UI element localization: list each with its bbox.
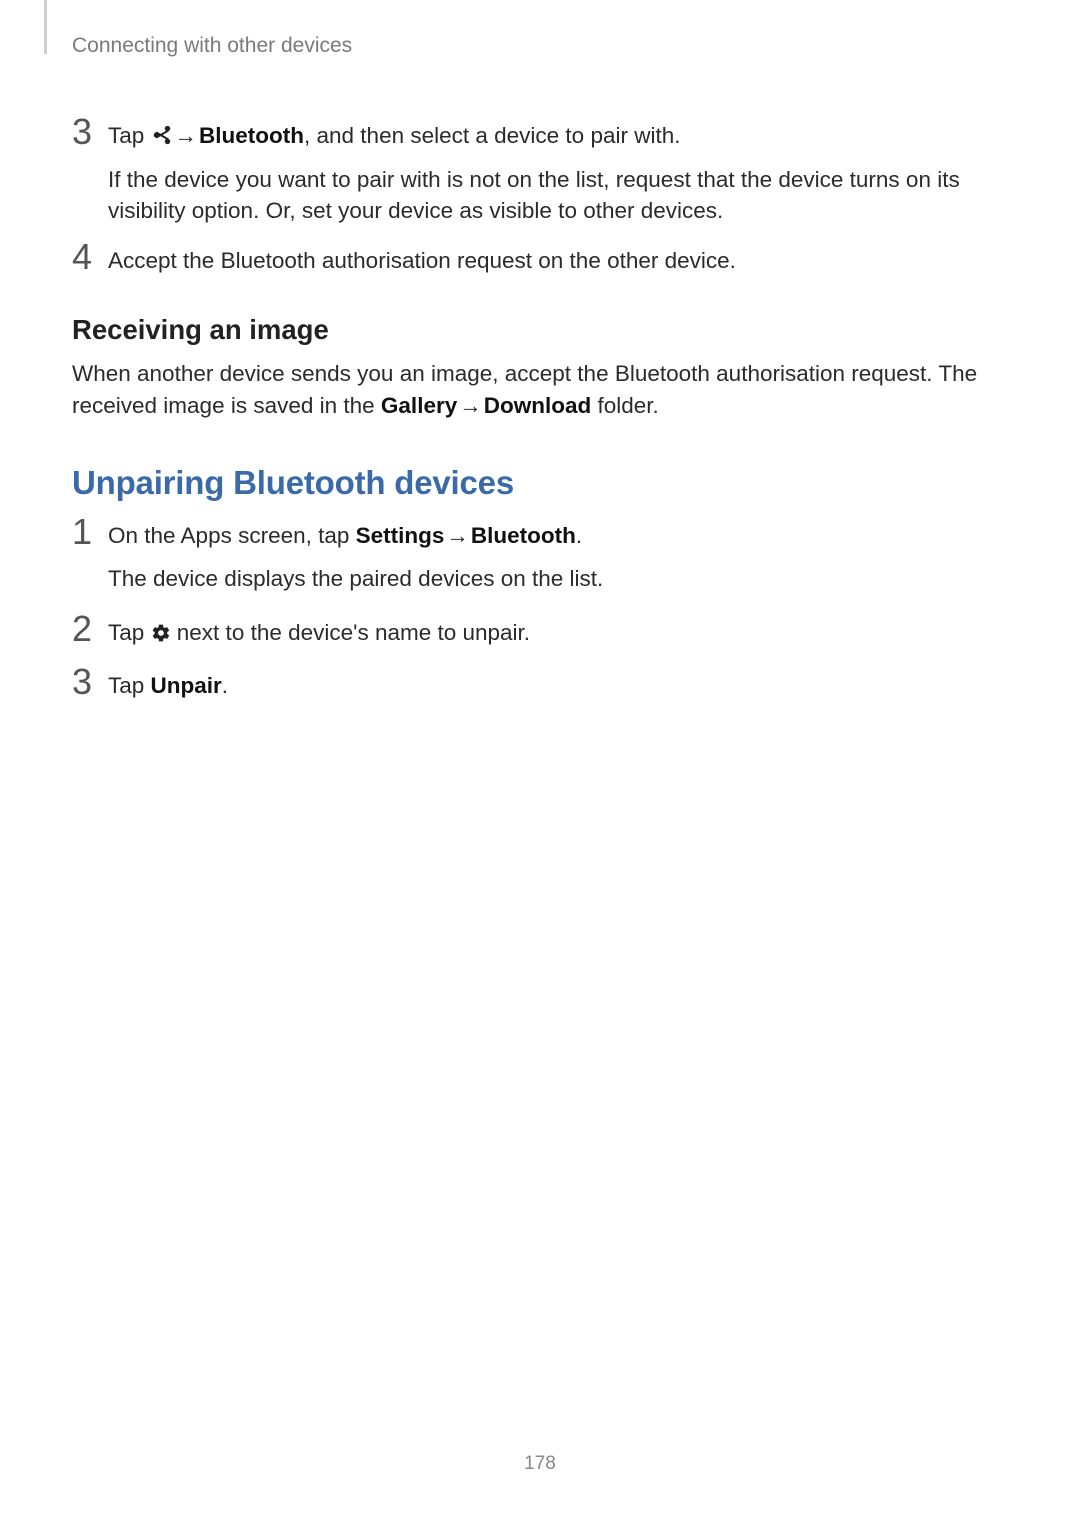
step-text: Tap (108, 620, 151, 645)
step-text: , and then select a device to pair with. (304, 123, 680, 148)
step-body: Tap → Bluetooth, and then select a devic… (104, 120, 1008, 237)
step-bold: Settings (356, 523, 445, 548)
arrow-text: → (444, 520, 471, 552)
step-number: 3 (72, 114, 104, 150)
step-text: Tap (108, 673, 151, 698)
para-bold: Download (484, 393, 592, 418)
step-body: Accept the Bluetooth authorisation reque… (104, 245, 1008, 287)
arrow-text: → (173, 120, 200, 152)
para-bold: Gallery (381, 393, 457, 418)
para-text: folder. (591, 393, 659, 418)
step-sub-text: If the device you want to pair with is n… (108, 167, 960, 224)
step-body: Tap Unpair. (104, 670, 1008, 712)
step-sub-text: The device displays the paired devices o… (108, 566, 603, 591)
step-body: On the Apps screen, tap Settings → Bluet… (104, 520, 1008, 605)
share-icon (151, 124, 173, 146)
step-number: 3 (72, 664, 104, 700)
unpair-steps-list: 1 On the Apps screen, tap Settings → Blu… (72, 520, 1008, 712)
step-text: next to the device's name to unpair. (171, 620, 531, 645)
page-number: 178 (0, 1453, 1080, 1475)
unpair-step-3: 3 Tap Unpair. (72, 670, 1008, 712)
header-rule-decor (44, 0, 47, 54)
step-text: Tap (108, 123, 151, 148)
step-4: 4 Accept the Bluetooth authorisation req… (72, 245, 1008, 287)
step-number: 2 (72, 611, 104, 647)
step-bold: Bluetooth (199, 123, 304, 148)
step-text: Accept the Bluetooth authorisation reque… (108, 248, 736, 273)
page: Connecting with other devices 3 Tap → Bl… (0, 0, 1080, 1527)
unpair-step-1: 1 On the Apps screen, tap Settings → Blu… (72, 520, 1008, 605)
step-text: On the Apps screen, tap (108, 523, 356, 548)
step-bold: Bluetooth (471, 523, 576, 548)
section-heading-unpairing: Unpairing Bluetooth devices (72, 464, 1008, 502)
step-3: 3 Tap → Bluetooth, and then select a dev… (72, 120, 1008, 237)
step-number: 1 (72, 514, 104, 550)
content-area: 3 Tap → Bluetooth, and then select a dev… (72, 120, 1008, 712)
gear-icon (151, 623, 171, 643)
step-body: Tap next to the device's name to unpair. (104, 617, 1008, 659)
breadcrumb: Connecting with other devices (72, 34, 1008, 58)
step-bold: Unpair (151, 673, 222, 698)
subheading-receiving-image: Receiving an image (72, 314, 1008, 346)
paragraph-receiving: When another device sends you an image, … (72, 358, 1008, 422)
step-text: . (576, 523, 582, 548)
step-text: . (222, 673, 228, 698)
unpair-step-2: 2 Tap next to the device's name to unpai… (72, 617, 1008, 659)
step-number: 4 (72, 239, 104, 275)
arrow-text: → (457, 390, 484, 422)
